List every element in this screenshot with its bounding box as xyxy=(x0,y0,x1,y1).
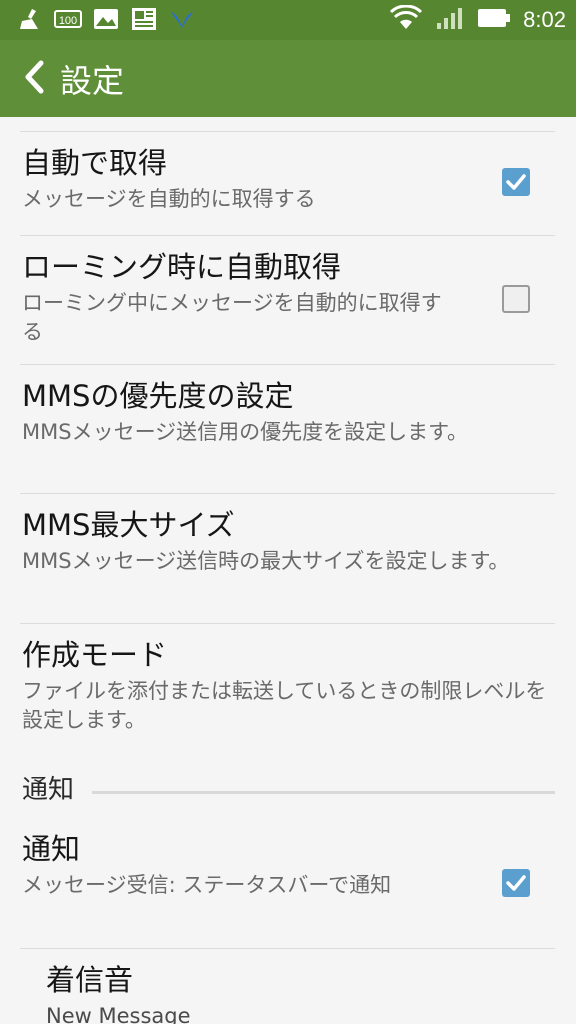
image-icon xyxy=(92,6,120,32)
status-bar-right: 8:02 xyxy=(389,4,566,36)
status-bar-left: 100 xyxy=(16,6,196,32)
back-button[interactable] xyxy=(8,40,60,117)
roaming-retrieve-checkbox[interactable] xyxy=(502,285,530,313)
divider xyxy=(20,948,555,949)
settings-list: 自動で取得 メッセージを自動的に取得する ローミング時に自動取得 ローミング中に… xyxy=(0,117,576,1024)
auto-retrieve-checkbox[interactable] xyxy=(502,168,530,196)
setting-title: ローミング時に自動取得 xyxy=(22,250,342,284)
setting-roaming-retrieve[interactable]: ローミング時に自動取得 ローミング中にメッセージを自動的に取得する xyxy=(22,249,462,347)
broom-icon xyxy=(16,6,44,32)
setting-subtitle: MMSメッセージ送信用の優先度を設定します。 xyxy=(22,420,469,444)
setting-title: 自動で取得 xyxy=(22,146,168,180)
setting-mms-max-size[interactable]: MMS最大サイズ MMSメッセージ送信時の最大サイズを設定します。 xyxy=(22,507,556,576)
setting-title: MMS最大サイズ xyxy=(22,508,235,542)
signal-icon xyxy=(435,5,465,35)
action-bar: 設定 xyxy=(0,40,576,117)
battery-icon xyxy=(477,8,511,32)
setting-title: 作成モード xyxy=(22,638,168,672)
check-icon xyxy=(506,875,526,891)
wifi-icon xyxy=(389,4,423,35)
divider xyxy=(20,235,555,236)
clock: 8:02 xyxy=(523,7,566,32)
setting-subtitle: メッセージを自動的に取得する xyxy=(22,187,316,211)
data-100-icon: 100 xyxy=(54,6,82,32)
news-icon xyxy=(130,6,158,32)
svg-text:100: 100 xyxy=(59,15,77,27)
page-title: 設定 xyxy=(60,61,125,100)
setting-auto-retrieve[interactable]: 自動で取得 メッセージを自動的に取得する xyxy=(22,145,556,214)
bird-icon xyxy=(168,6,196,32)
divider xyxy=(20,131,555,132)
divider xyxy=(20,364,555,365)
setting-ringtone[interactable]: 着信音 New Message xyxy=(46,962,546,1024)
setting-title: MMSの優先度の設定 xyxy=(22,379,294,413)
chevron-left-icon xyxy=(23,60,45,98)
setting-mms-priority[interactable]: MMSの優先度の設定 MMSメッセージ送信用の優先度を設定します。 xyxy=(22,378,556,447)
section-header-notifications: 通知 xyxy=(22,775,75,805)
setting-subtitle: ファイルを添付または転送しているときの制限レベルを設定します。 xyxy=(22,679,547,732)
setting-subtitle: MMSメッセージ送信時の最大サイズを設定します。 xyxy=(22,549,510,573)
section-divider xyxy=(92,791,555,794)
setting-title: 着信音 xyxy=(46,963,134,997)
check-icon xyxy=(506,174,526,190)
divider xyxy=(20,493,555,494)
setting-subtitle: メッセージ受信: ステータスバーで通知 xyxy=(22,873,392,897)
notification-checkbox[interactable] xyxy=(502,869,530,897)
setting-title: 通知 xyxy=(22,832,81,866)
setting-subtitle: ローミング中にメッセージを自動的に取得する xyxy=(22,291,442,344)
setting-compose-mode[interactable]: 作成モード ファイルを添付または転送しているときの制限レベルを設定します。 xyxy=(22,637,556,735)
setting-notification[interactable]: 通知 メッセージ受信: ステータスバーで通知 xyxy=(22,831,462,900)
setting-subtitle: New Message xyxy=(46,1004,191,1024)
divider xyxy=(20,623,555,624)
status-bar: 100 8:02 xyxy=(0,0,576,40)
